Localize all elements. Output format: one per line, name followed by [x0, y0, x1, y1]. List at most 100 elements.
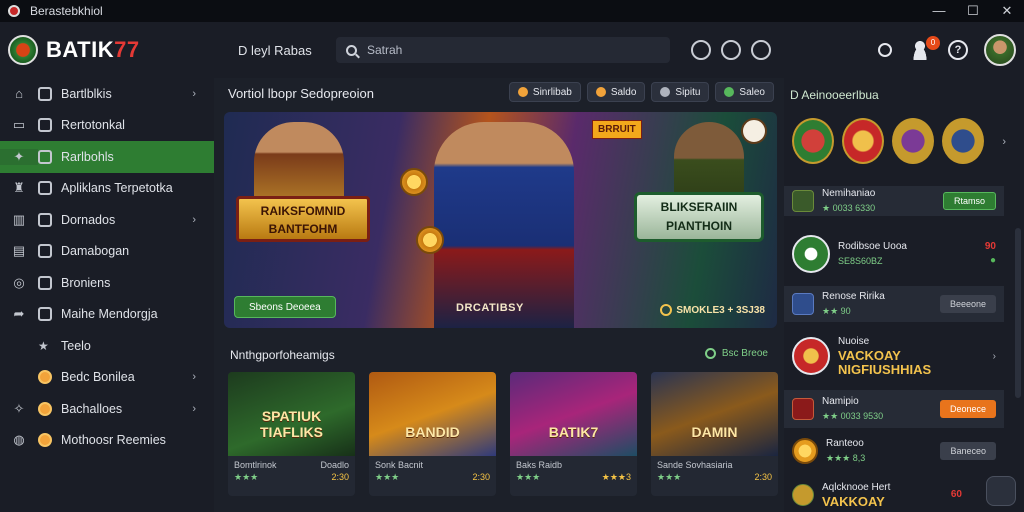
app-icon [8, 5, 20, 17]
chart-icon: ▥ [12, 211, 26, 227]
play-button[interactable]: Rtamso [942, 192, 996, 210]
menu-item-icon [38, 244, 52, 259]
see-all-link[interactable]: Bsc Breoe [704, 348, 768, 359]
sidebar-item-rertotonkal[interactable]: ▭ Rertotonkal [0, 110, 214, 142]
logo[interactable]: BATIK77 [8, 35, 208, 65]
scrollbar[interactable] [1015, 228, 1021, 398]
sidebar-item-dornados[interactable]: ▥ Dornados › [0, 204, 214, 236]
home-icon: ⌂ [15, 86, 23, 102]
bookmark-icon[interactable] [751, 40, 771, 60]
list-item[interactable]: Ranteoo ★★★ 8,3 Baneceo [784, 432, 1004, 470]
filter-pill[interactable]: Sipitu [651, 82, 710, 102]
chat-button[interactable] [986, 476, 1016, 506]
score-badge: 60 [950, 489, 962, 500]
hero-banner[interactable]: RAIKSFOMNID BANTFOHM BLIKSERAIIN PIANTHOIN… [224, 112, 777, 328]
filter-icon [660, 87, 671, 97]
help-icon[interactable]: ? [948, 40, 968, 60]
sidebar-item-bachalloes[interactable]: ✧ Bachalloes › [0, 393, 214, 425]
list-item-text: Namipio ★★ 0033 9530 [822, 396, 884, 421]
share-icon: ➦ [13, 306, 25, 322]
game-card[interactable]: SPATIUK TIAFLIKS Bomtlrinok Doadlo ★★★ 2:3… [228, 372, 355, 496]
badge-icon [792, 484, 814, 506]
sidebar-item-maihe[interactable]: ➦ Maihe Mendorgja [0, 299, 214, 331]
filter-pill[interactable]: Sinrlibab [508, 82, 581, 102]
sidebar-item-bartlblkis[interactable]: ⌂ Bartlblkis › [0, 78, 214, 110]
search-input[interactable]: Satrah [336, 37, 670, 63]
sidebar-item-broniens[interactable]: ◎ Broniens [0, 267, 214, 299]
user-actions: 0 ? [860, 34, 1016, 66]
sidebar-item-mothoosr[interactable]: ◍ Mothoosr Reemies [0, 425, 214, 457]
sidebar-item-label: Damabogan [61, 244, 130, 259]
game-meta: Sande Sovhasiaria [657, 460, 733, 470]
game-meta: Sonk Bacnit [375, 460, 424, 470]
sidebar-item-label: Teelo [61, 338, 91, 353]
promo-item[interactable]: Nuoise VACKOAY NIGFIUSHHIAS › [784, 330, 1004, 382]
score-badge: 90 ● [984, 241, 996, 266]
arrow-icon [704, 348, 716, 359]
sidebar-item-rarlbohls[interactable]: ✦ Rarlbohls [0, 141, 214, 173]
game-thumbnail: DAMIN [651, 372, 778, 456]
nav-label[interactable]: D leyl Rabas [238, 43, 318, 58]
game-icon [792, 398, 814, 420]
badge-icon[interactable] [842, 118, 884, 164]
globe-icon[interactable] [721, 40, 741, 60]
coin-icon [38, 401, 52, 416]
game-rating: ★★★ ★★★3 [516, 472, 631, 482]
promo-text: Nuoise VACKOAY NIGFIUSHHIAS [838, 336, 932, 377]
search-icon[interactable] [878, 43, 892, 57]
promo-text: Aqlcknooe Hert VAKKOAY [822, 482, 891, 509]
clock-icon[interactable] [691, 40, 711, 60]
game-thumb-title: BANDID [405, 424, 460, 440]
list-item-text: Renose Ririka ★★ 90 [822, 291, 885, 316]
sidebar-item-apliklans[interactable]: ♜ Apliklans Terpetotka [0, 173, 214, 205]
coin-icon [416, 226, 444, 254]
minimize-button[interactable]: — [922, 3, 956, 19]
sidebar-item-label: Bachalloes [61, 401, 123, 416]
chevron-right-icon[interactable]: › [993, 351, 996, 362]
maximize-button[interactable]: ☐ [956, 3, 990, 19]
badge-icon[interactable] [892, 118, 934, 164]
game-thumb-title: DAMIN [691, 424, 738, 440]
menu-item-icon [38, 149, 52, 164]
promo-item[interactable]: Aqlcknooe Hert VAKKOAY 60 [784, 478, 1004, 512]
game-card[interactable]: DAMIN Sande Sovhasiaria ★★★ 2:30 [651, 372, 778, 496]
window-controls: — ☐ ✕ [922, 3, 1024, 19]
filter-pill[interactable]: Saldo [586, 82, 646, 102]
game-card[interactable]: BATIK7 Baks Raidb ★★★ ★★★3 [510, 372, 637, 496]
user-icon[interactable]: 0 [910, 36, 940, 60]
action-button[interactable]: Deonece [939, 400, 996, 418]
filter-pill[interactable]: Saleo [715, 82, 774, 102]
banner-cta-button[interactable]: Sbeons Deoeea [234, 296, 336, 318]
game-card[interactable]: BANDID Sonk Bacnit ★★★ 2:30 [369, 372, 496, 496]
sidebar-item-bedc[interactable]: Bedc Bonilea › [0, 362, 214, 394]
menu-item-icon [38, 275, 52, 290]
notification-badge: 0 [926, 36, 940, 50]
list-item[interactable]: Nemihaniao ★ 0033 6330 Rtamso [784, 186, 1004, 216]
games-section-title: Nnthgporfoheamigs [230, 348, 335, 362]
close-button[interactable]: ✕ [990, 3, 1024, 19]
badge-icon[interactable] [792, 118, 834, 164]
menu-item-icon [38, 212, 52, 227]
sidebar-item-teelo[interactable]: ★ Teelo [0, 330, 214, 362]
sidebar-item-label: Dornados [61, 212, 116, 227]
list-item-text: Ranteoo ★★★ 8,3 [826, 438, 866, 463]
gamepad-icon: ✦ [0, 148, 38, 165]
action-button[interactable]: Baneceo [940, 442, 996, 460]
list-item[interactable]: Namipio ★★ 0033 9530 Deonece [784, 390, 1004, 428]
sidebar-item-damabogan[interactable]: ▤ Damabogan [0, 236, 214, 268]
game-rating: ★★★ 2:30 [375, 472, 490, 482]
coin-icon [400, 168, 428, 196]
sidebar-item-label: Bartlblkis [61, 86, 112, 101]
title-bar: Berastebkhiol — ☐ ✕ [0, 0, 1024, 22]
globe-icon: ◍ [13, 432, 25, 448]
game-rating: ★★★ 2:30 [657, 472, 772, 482]
list-item[interactable]: Renose Ririka ★★ 90 Beeeone [784, 286, 1004, 322]
avatar[interactable] [984, 34, 1016, 66]
badge-icon[interactable] [942, 118, 984, 164]
chevron-right-icon[interactable]: › [1002, 136, 1006, 148]
menu-item-icon [38, 86, 52, 101]
sidebar-item-label: Mothoosr Reemies [61, 433, 166, 448]
action-button[interactable]: Beeeone [939, 295, 996, 313]
list-item[interactable]: Rodibsoe Uooa SE8S60BZ 90 ● [784, 228, 1004, 280]
monitor-icon: ▭ [12, 117, 26, 133]
